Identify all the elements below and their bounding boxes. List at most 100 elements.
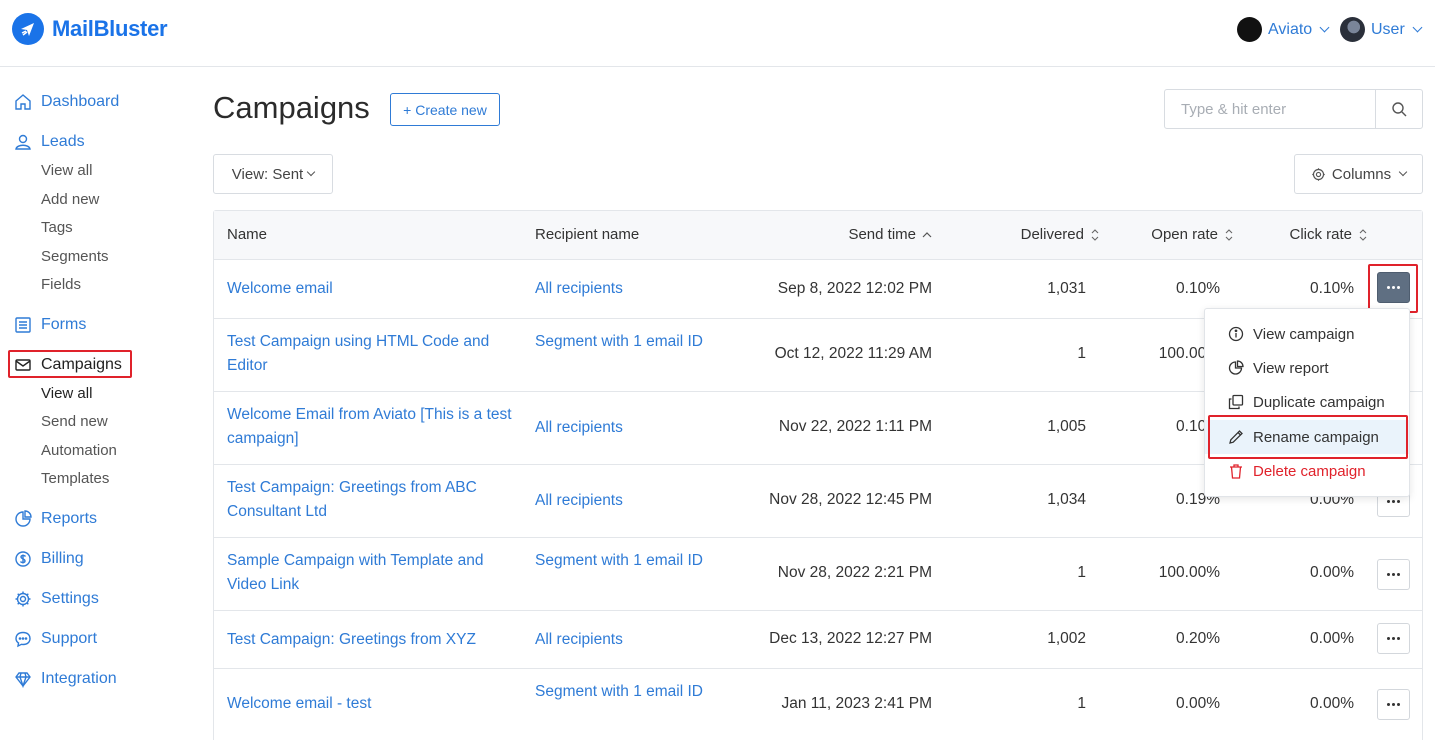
sidebar-subitem-leads-fields[interactable]: Fields <box>41 276 81 293</box>
menu-item-view-campaign[interactable]: View campaign <box>1205 317 1409 351</box>
highlight-box <box>8 350 132 378</box>
delivered-count: 1,034 <box>1047 491 1086 508</box>
column-header-label: Click rate <box>1289 226 1352 243</box>
row-actions-button[interactable] <box>1377 689 1410 720</box>
sidebar-item-support[interactable]: Support <box>14 628 97 650</box>
sidebar-item-label: Integration <box>41 670 117 687</box>
brand[interactable]: MailBluster <box>12 13 168 45</box>
sidebar-subitem-leads-tags[interactable]: Tags <box>41 219 73 236</box>
sidebar-item-reports[interactable]: Reports <box>14 508 97 530</box>
campaign-name-link[interactable]: Test Campaign using HTML Code and Editor <box>227 330 517 378</box>
brand-name: MailBluster <box>52 16 168 41</box>
sidebar-subitem-campaigns-send-new[interactable]: Send new <box>41 413 108 430</box>
recipient-link[interactable]: Segment with 1 email ID <box>535 680 715 704</box>
sidebar-item-label: Forms <box>41 316 87 333</box>
column-header-open-rate[interactable]: Open rate <box>1151 226 1234 243</box>
sidebar-item-dashboard[interactable]: Dashboard <box>14 91 119 113</box>
sidebar-item-leads[interactable]: Leads <box>14 131 85 153</box>
row-actions-button[interactable] <box>1377 559 1410 590</box>
campaign-name-link[interactable]: Sample Campaign with Template and Video … <box>227 549 517 597</box>
menu-item-view-report[interactable]: View report <box>1205 351 1409 385</box>
recipient-link[interactable]: Segment with 1 email ID <box>535 549 715 573</box>
sidebar-subitem-campaigns-automation[interactable]: Automation <box>41 442 117 459</box>
sidebar-item-billing[interactable]: Billing <box>14 548 84 570</box>
user-icon <box>15 134 31 150</box>
column-header-name[interactable]: Name <box>227 226 267 243</box>
delivered-count: 1,005 <box>1047 418 1086 435</box>
sidebar-subitem-leads-view-all[interactable]: View all <box>41 162 92 179</box>
table-row: Welcome email - test Segment with 1 emai… <box>214 669 1422 740</box>
home-icon <box>15 94 31 110</box>
row-actions-button[interactable] <box>1377 623 1410 654</box>
click-rate: 0.10% <box>1310 280 1354 297</box>
recipient-link[interactable]: All recipients <box>535 416 715 440</box>
menu-item-label: View campaign <box>1253 325 1355 343</box>
recipient-link[interactable]: All recipients <box>535 277 715 301</box>
sidebar-item-settings[interactable]: Settings <box>14 588 99 610</box>
pie-chart-icon <box>15 510 32 527</box>
info-icon <box>1228 326 1244 342</box>
sidebar-item-label: Support <box>41 630 98 647</box>
column-header-delivered[interactable]: Delivered <box>1021 226 1100 243</box>
mailbluster-logo-icon <box>12 13 44 45</box>
sidebar-item-integration[interactable]: Integration <box>14 668 117 690</box>
chevron-down-icon <box>1398 167 1408 177</box>
click-rate: 0.00% <box>1310 564 1354 581</box>
view-filter-dropdown[interactable]: View: Sent <box>213 154 333 194</box>
sidebar-subitem-leads-segments[interactable]: Segments <box>41 248 109 265</box>
sort-icon <box>1359 228 1367 241</box>
send-time: Nov 28, 2022 2:21 PM <box>777 564 932 581</box>
pie-chart-icon <box>1228 360 1244 375</box>
menu-item-duplicate-campaign[interactable]: Duplicate campaign <box>1205 385 1409 419</box>
gear-icon <box>15 591 31 607</box>
menu-item-label: Duplicate campaign <box>1253 393 1385 411</box>
campaign-name-link[interactable]: Welcome email <box>227 277 517 301</box>
recipient-link[interactable]: All recipients <box>535 489 715 513</box>
campaign-name-link[interactable]: Welcome email - test <box>227 692 517 716</box>
column-header-send-time[interactable]: Send time <box>848 226 932 243</box>
sidebar-item-label: Leads <box>41 133 85 150</box>
column-header-label: Send time <box>848 226 916 243</box>
sidebar-item-forms[interactable]: Forms <box>14 314 86 336</box>
workspace-name: Aviato <box>1268 20 1313 38</box>
table-row: Test Campaign: Greetings from XYZ All re… <box>214 611 1422 669</box>
recipient-link[interactable]: All recipients <box>535 628 715 652</box>
send-time: Sep 8, 2022 12:02 PM <box>777 280 932 297</box>
gear-icon <box>1312 167 1325 181</box>
search-button[interactable] <box>1375 90 1422 128</box>
highlight-box <box>1368 264 1418 313</box>
column-header-label: Open rate <box>1151 226 1218 243</box>
column-header-recipient[interactable]: Recipient name <box>535 226 639 243</box>
delivered-count: 1 <box>1077 695 1086 712</box>
delivered-count: 1,002 <box>1047 630 1086 647</box>
campaign-name-link[interactable]: Test Campaign: Greetings from ABC Consul… <box>227 476 517 524</box>
sidebar-subitem-campaigns-templates[interactable]: Templates <box>41 470 109 487</box>
user-avatar <box>1340 17 1365 42</box>
columns-label: Columns <box>1331 165 1392 183</box>
sidebar-subitem-campaigns-view-all[interactable]: View all <box>41 385 92 402</box>
sidebar-item-label: Reports <box>41 510 98 527</box>
highlight-box <box>1208 415 1408 459</box>
click-rate: 0.00% <box>1310 695 1354 712</box>
recipient-link[interactable]: Segment with 1 email ID <box>535 330 715 354</box>
column-header-label: Recipient name <box>535 226 640 243</box>
campaign-name-link[interactable]: Welcome Email from Aviato [This is a tes… <box>227 403 517 451</box>
search-icon <box>1392 102 1407 117</box>
open-rate: 0.20% <box>1176 630 1220 647</box>
page-title: Campaigns <box>213 90 370 125</box>
user-menu[interactable]: User <box>1340 17 1423 42</box>
menu-item-delete-campaign[interactable]: Delete campaign <box>1205 454 1409 488</box>
campaign-name-link[interactable]: Test Campaign: Greetings from XYZ <box>227 628 517 652</box>
create-new-button[interactable]: + Create new <box>390 93 500 126</box>
columns-button[interactable]: Columns <box>1294 154 1423 194</box>
delivered-count: 1 <box>1077 564 1086 581</box>
column-header-click-rate[interactable]: Click rate <box>1289 226 1368 243</box>
chevron-down-icon <box>1412 22 1423 33</box>
sidebar-subitem-leads-add-new[interactable]: Add new <box>41 191 99 208</box>
open-rate: 0.00% <box>1176 695 1220 712</box>
table-header: Name Recipient name Send time Delivered … <box>214 211 1422 260</box>
search-box <box>1164 89 1423 129</box>
workspace-switcher[interactable]: Aviato <box>1237 17 1330 42</box>
diamond-icon <box>15 672 31 688</box>
search-input[interactable] <box>1165 90 1375 128</box>
